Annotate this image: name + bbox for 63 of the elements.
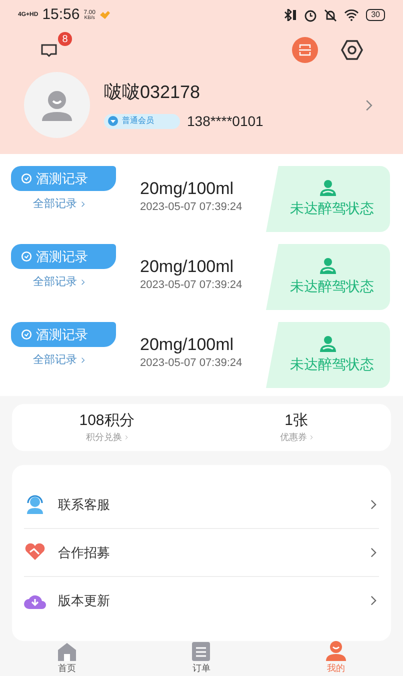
stat-value: 108积分: [79, 410, 134, 431]
member-badge: 普通会员: [104, 114, 180, 128]
avatar: [24, 72, 90, 138]
driver-icon: [319, 336, 337, 352]
stat-value: 1张: [284, 410, 308, 431]
check-circle-icon: [21, 251, 32, 262]
scan-icon: [299, 44, 311, 56]
chevron-right-icon: [310, 435, 313, 440]
chevron-right-icon: [81, 357, 85, 364]
chevron-right-icon: [370, 498, 377, 510]
alarm-icon: [304, 8, 318, 22]
heart-icon: [24, 543, 46, 562]
all-records-link[interactable]: 全部记录: [33, 352, 85, 368]
alcohol-reading: 20mg/100ml: [140, 178, 235, 199]
battery-indicator: 30: [366, 9, 385, 21]
tab[interactable]: 订单: [134, 641, 269, 676]
menu-item[interactable]: 联系客服: [24, 480, 379, 529]
test-datetime: 2023-05-07 07:39:24: [140, 200, 242, 215]
stat-link[interactable]: 积分兑换: [86, 430, 128, 444]
test-datetime: 2023-05-07 07:39:24: [140, 278, 242, 293]
chevron-right-icon: [370, 595, 377, 606]
menu-label: 联系客服: [58, 496, 110, 514]
chevron-right-icon: [81, 279, 85, 286]
scan-button[interactable]: [292, 37, 318, 63]
menu-label: 合作招募: [58, 544, 110, 562]
record-tag: 酒测记录: [11, 244, 116, 269]
tab[interactable]: 首页: [0, 642, 134, 676]
alcohol-reading: 20mg/100ml: [140, 256, 235, 277]
headset-person-icon: [24, 494, 46, 514]
driver-icon: [319, 180, 337, 196]
phone-number: 138****0101: [187, 112, 264, 130]
all-records-link[interactable]: 全部记录: [33, 274, 85, 290]
chevron-right-icon: [365, 98, 373, 112]
user-name: 啵啵032178: [104, 80, 202, 104]
status-label: 未达醉驾状态: [289, 276, 374, 296]
status-label: 未达醉驾状态: [289, 198, 374, 218]
alcohol-reading: 20mg/100ml: [140, 334, 235, 355]
settings-icon: [341, 40, 363, 60]
bluetooth-icon: [283, 9, 298, 21]
wifi-icon: [344, 9, 360, 21]
chevron-right-icon: [124, 435, 128, 440]
driver-icon: [319, 258, 337, 274]
stat-link[interactable]: 优惠券: [280, 430, 313, 444]
record-tag: 酒测记录: [11, 322, 116, 347]
app-status-icon: [99, 10, 112, 20]
menu-item[interactable]: 版本更新: [24, 576, 379, 625]
check-circle-icon: [21, 173, 32, 184]
menu-label: 版本更新: [58, 592, 110, 610]
message-badge: 8: [58, 32, 72, 46]
menu-item[interactable]: 合作招募: [24, 528, 379, 577]
chevron-right-icon: [370, 546, 377, 558]
all-records-link[interactable]: 全部记录: [33, 196, 85, 212]
settings-button[interactable]: [341, 40, 363, 60]
mute-icon: [324, 8, 338, 22]
test-datetime: 2023-05-07 07:39:24: [140, 356, 242, 371]
tab[interactable]: 我的: [268, 641, 403, 676]
cloud-download-icon: [24, 592, 46, 609]
status-label: 未达醉驾状态: [289, 354, 374, 374]
check-circle-icon: [21, 329, 32, 340]
status-time: 15:56: [42, 4, 80, 25]
chevron-right-icon: [81, 201, 85, 208]
message-button[interactable]: [40, 42, 58, 58]
record-tag: 酒测记录: [11, 166, 116, 191]
